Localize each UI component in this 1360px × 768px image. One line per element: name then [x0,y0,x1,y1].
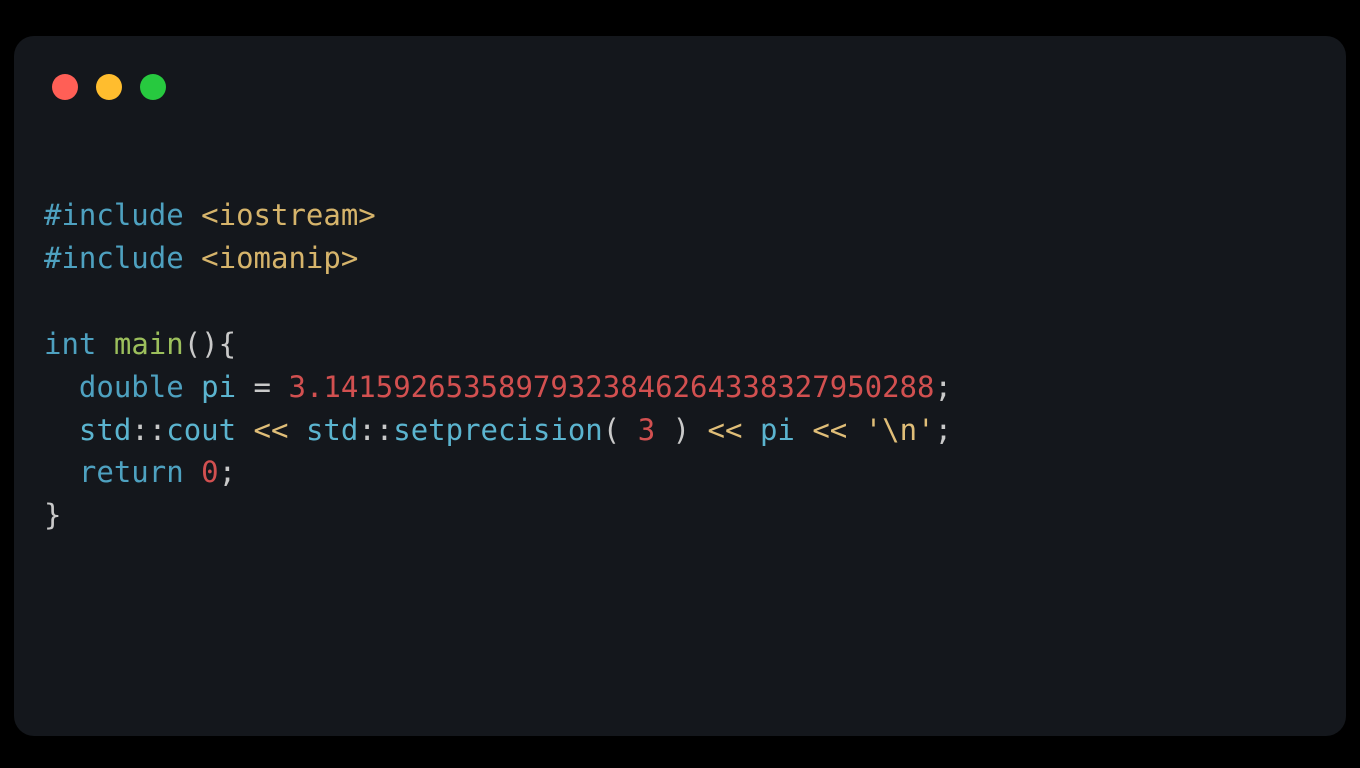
header-iomanip: <iomanip> [201,241,358,275]
punct-semi: ; [935,413,952,447]
keyword-return: return [79,455,184,489]
char-newline: '\n' [865,413,935,447]
keyword-double: double [79,370,184,404]
identifier-cout: cout [166,413,236,447]
identifier-std: std [306,413,358,447]
operator-shl: << [708,413,743,447]
identifier-pi: pi [760,413,795,447]
preproc-include: #include [44,198,184,232]
literal-pi: 3.1415926535897932384626433832795028 [288,370,917,404]
header-iostream: <iostream> [201,198,376,232]
minimize-icon[interactable] [96,74,122,100]
literal-3: 3 [638,413,655,447]
literal-pi-tail: 8 [917,370,934,404]
scope-op: :: [358,413,393,447]
zoom-icon[interactable] [140,74,166,100]
code-block: #include <iostream> #include <iomanip> i… [44,194,952,537]
operator-shl: << [254,413,289,447]
traffic-lights [52,74,166,100]
keyword-int: int [44,327,96,361]
punct-close-brace: } [44,498,61,532]
punct: (){ [184,327,236,361]
code-window: #include <iostream> #include <iomanip> i… [14,36,1346,736]
identifier-pi: pi [201,370,236,404]
scope-op: :: [131,413,166,447]
punct-semi: ; [934,370,951,404]
punct-semi: ; [219,455,236,489]
literal-0: 0 [201,455,218,489]
punct-lparen: ( [603,413,638,447]
operator-shl: << [812,413,847,447]
close-icon[interactable] [52,74,78,100]
function-main: main [114,327,184,361]
identifier-std: std [79,413,131,447]
identifier-setprecision: setprecision [393,413,603,447]
operator-eq: = [236,370,288,404]
preproc-include: #include [44,241,184,275]
punct-rparen: ) [655,413,690,447]
